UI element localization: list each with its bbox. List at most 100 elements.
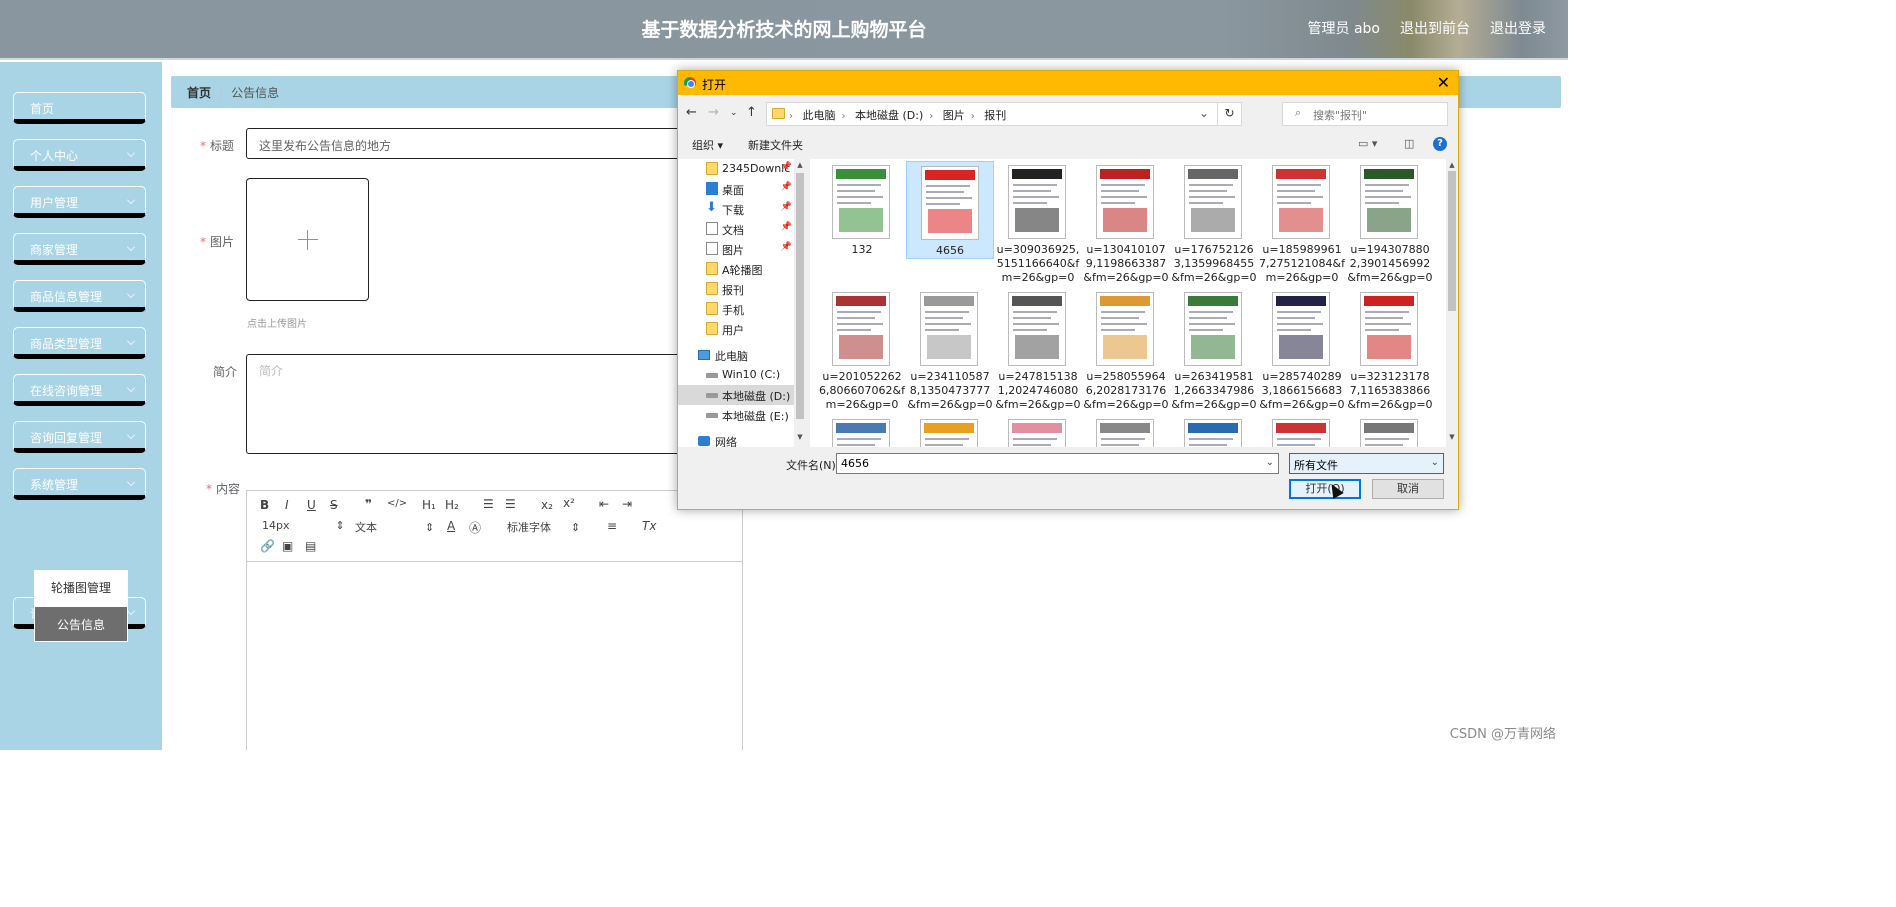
file-tile[interactable]: u=1943078802,3901456992&fm=26&gp=0 bbox=[1346, 161, 1434, 284]
align-icon[interactable]: ≡ bbox=[607, 519, 617, 533]
files-scrollbar[interactable]: ▲ ▼ bbox=[1446, 159, 1458, 447]
submenu-announcement[interactable]: 公告信息 bbox=[34, 606, 128, 642]
header-select[interactable]: 文本 ⇕ bbox=[355, 519, 434, 535]
nav-item[interactable]: 桌面 📌 bbox=[678, 179, 794, 199]
file-tile[interactable]: u=1767521263,1359968455&fm=26&gp=0 bbox=[1170, 161, 1258, 284]
outdent-icon[interactable]: ⇤ bbox=[599, 497, 609, 511]
close-icon[interactable]: ✕ bbox=[1437, 73, 1450, 92]
image-icon[interactable]: ▣ bbox=[282, 539, 293, 553]
header2-icon[interactable]: H₂ bbox=[445, 498, 459, 512]
font-family-select[interactable]: 标准字体 ⇕ bbox=[507, 519, 580, 535]
code-icon[interactable]: </> bbox=[387, 498, 407, 509]
nav-item[interactable]: 文档 📌 bbox=[678, 219, 794, 239]
refresh-icon[interactable]: ↻ bbox=[1217, 103, 1241, 125]
file-tile[interactable]: u=309036925,5151166640&fm=26&gp=0 bbox=[994, 161, 1082, 284]
video-icon[interactable]: ▤ bbox=[305, 539, 316, 553]
sidebar-item[interactable]: 用户管理 bbox=[13, 186, 146, 218]
address-dropdown-icon[interactable]: ⌄ bbox=[1199, 106, 1209, 120]
crumb-newspapers[interactable]: 报刊 bbox=[984, 109, 1006, 122]
nav-item[interactable]: A轮播图 bbox=[678, 259, 794, 279]
forward-icon[interactable]: → bbox=[708, 105, 719, 120]
nav-item[interactable]: 网络 bbox=[678, 431, 794, 447]
nav-item[interactable]: 本地磁盘 (E:) bbox=[678, 405, 794, 425]
file-tile[interactable] bbox=[1258, 415, 1346, 447]
back-icon[interactable]: ← bbox=[686, 105, 697, 120]
crumb-pc[interactable]: 此电脑 bbox=[803, 109, 836, 122]
filename-input[interactable]: 4656 ⌄ bbox=[836, 453, 1279, 474]
submenu-carousel[interactable]: 轮播图管理 bbox=[34, 570, 128, 606]
help-icon[interactable]: ? bbox=[1433, 137, 1447, 151]
sidebar-item[interactable]: 商品信息管理 bbox=[13, 280, 146, 312]
scroll-down-icon[interactable]: ▼ bbox=[1446, 433, 1458, 441]
nav-item[interactable]: Win10 (C:) bbox=[678, 365, 794, 385]
file-tile[interactable] bbox=[1346, 415, 1434, 447]
nav-item[interactable]: 手机 bbox=[678, 299, 794, 319]
quote-icon[interactable]: ❞ bbox=[365, 497, 372, 511]
scroll-down-icon[interactable]: ▼ bbox=[794, 433, 806, 441]
sidebar-item[interactable]: 商家管理 bbox=[13, 233, 146, 265]
font-size-select[interactable]: 14px ⇕ bbox=[262, 519, 345, 532]
nav-item[interactable]: ⬇ 下载 📌 bbox=[678, 199, 794, 219]
dialog-titlebar[interactable]: 打开 ✕ bbox=[678, 71, 1458, 95]
file-tile[interactable]: 4656 bbox=[906, 161, 994, 259]
new-folder-button[interactable]: 新建文件夹 bbox=[748, 137, 803, 153]
nav-item[interactable]: 报刊 bbox=[678, 279, 794, 299]
file-tile[interactable]: u=2010522626,806607062&fm=26&gp=0 bbox=[818, 288, 906, 411]
sidebar-item[interactable]: 个人中心 bbox=[13, 139, 146, 171]
scroll-up-icon[interactable]: ▲ bbox=[1446, 161, 1458, 169]
file-tile[interactable] bbox=[1170, 415, 1258, 447]
scroll-up-icon[interactable]: ▲ bbox=[794, 161, 806, 169]
nav-scrollbar[interactable]: ▲ ▼ bbox=[794, 159, 806, 447]
nav-item[interactable]: 2345Downlc 📌 bbox=[678, 159, 794, 179]
sidebar-item[interactable]: 首页 bbox=[13, 92, 146, 124]
background-color-icon[interactable]: Ⓐ bbox=[469, 519, 481, 536]
file-tile[interactable]: u=1304101079,1198663387&fm=26&gp=0 bbox=[1082, 161, 1170, 284]
file-tile[interactable]: u=2634195811,2663347986&fm=26&gp=0 bbox=[1170, 288, 1258, 411]
file-tile[interactable]: u=3231231787,1165383866&fm=26&gp=0 bbox=[1346, 288, 1434, 411]
breadcrumb-home[interactable]: 首页 bbox=[187, 86, 211, 100]
chevron-down-icon[interactable]: ⌄ bbox=[1266, 457, 1274, 468]
header1-icon[interactable]: H₁ bbox=[422, 498, 436, 512]
view-options-icon[interactable]: ▭ ▾ bbox=[1358, 137, 1377, 150]
sidebar-item[interactable]: 在线咨询管理 bbox=[13, 374, 146, 406]
italic-icon[interactable]: I bbox=[285, 498, 289, 512]
strike-icon[interactable]: S bbox=[330, 498, 338, 512]
bullet-list-icon[interactable]: ☰ bbox=[505, 497, 516, 511]
link-icon[interactable]: 🔗 bbox=[260, 539, 275, 553]
file-tile[interactable] bbox=[818, 415, 906, 447]
file-tile[interactable]: u=2341105878,1350473777&fm=26&gp=0 bbox=[906, 288, 994, 411]
cancel-button[interactable]: 取消 bbox=[1372, 479, 1444, 499]
nav-item[interactable]: 用户 bbox=[678, 319, 794, 339]
organize-button[interactable]: 组织 ▾ bbox=[692, 137, 723, 153]
superscript-icon[interactable]: x² bbox=[563, 496, 575, 510]
recent-dropdown-icon[interactable]: ⌄ bbox=[730, 108, 738, 118]
font-color-icon[interactable]: A bbox=[447, 519, 455, 533]
file-tile[interactable]: u=2580559646,2028173176&fm=26&gp=0 bbox=[1082, 288, 1170, 411]
subscript-icon[interactable]: x₂ bbox=[541, 498, 553, 512]
scroll-thumb[interactable] bbox=[1448, 171, 1456, 311]
underline-icon[interactable]: U bbox=[307, 498, 316, 512]
file-tile[interactable]: u=1859899617,275121084&fm=26&gp=0 bbox=[1258, 161, 1346, 284]
sidebar-item[interactable]: 系统管理 bbox=[13, 468, 146, 500]
to-front-link[interactable]: 退出到前台 bbox=[1400, 18, 1470, 38]
indent-icon[interactable]: ⇥ bbox=[622, 497, 632, 511]
nav-item[interactable]: 本地磁盘 (D:) bbox=[678, 385, 794, 405]
open-button[interactable]: 打开(O) bbox=[1289, 479, 1361, 499]
address-bar[interactable]: › 此电脑 › 本地磁盘 (D:) › 图片 › 报刊 ⌄ ↻ bbox=[766, 102, 1242, 126]
ordered-list-icon[interactable]: ☰ bbox=[483, 497, 494, 511]
sidebar-item[interactable]: 商品类型管理 bbox=[13, 327, 146, 359]
file-tile[interactable] bbox=[1082, 415, 1170, 447]
sidebar-item[interactable]: 咨询回复管理 bbox=[13, 421, 146, 453]
file-tile[interactable]: u=2857402893,1866156683&fm=26&gp=0 bbox=[1258, 288, 1346, 411]
admin-user-link[interactable]: 管理员 abo bbox=[1308, 18, 1380, 38]
logout-link[interactable]: 退出登录 bbox=[1490, 18, 1546, 38]
scroll-thumb[interactable] bbox=[796, 173, 804, 419]
file-tile[interactable]: u=2478151381,2024746080&fm=26&gp=0 bbox=[994, 288, 1082, 411]
nav-item[interactable]: 此电脑 bbox=[678, 345, 794, 365]
intro-textarea[interactable]: 简介 bbox=[246, 354, 742, 454]
filetype-select[interactable]: 所有文件 ⌄ bbox=[1289, 453, 1444, 474]
clear-format-icon[interactable]: Tx bbox=[642, 519, 656, 533]
title-input[interactable]: 这里发布公告信息的地方 bbox=[246, 128, 742, 159]
crumb-drive-d[interactable]: 本地磁盘 (D:) bbox=[855, 109, 923, 122]
up-icon[interactable]: ↑ bbox=[746, 105, 757, 120]
